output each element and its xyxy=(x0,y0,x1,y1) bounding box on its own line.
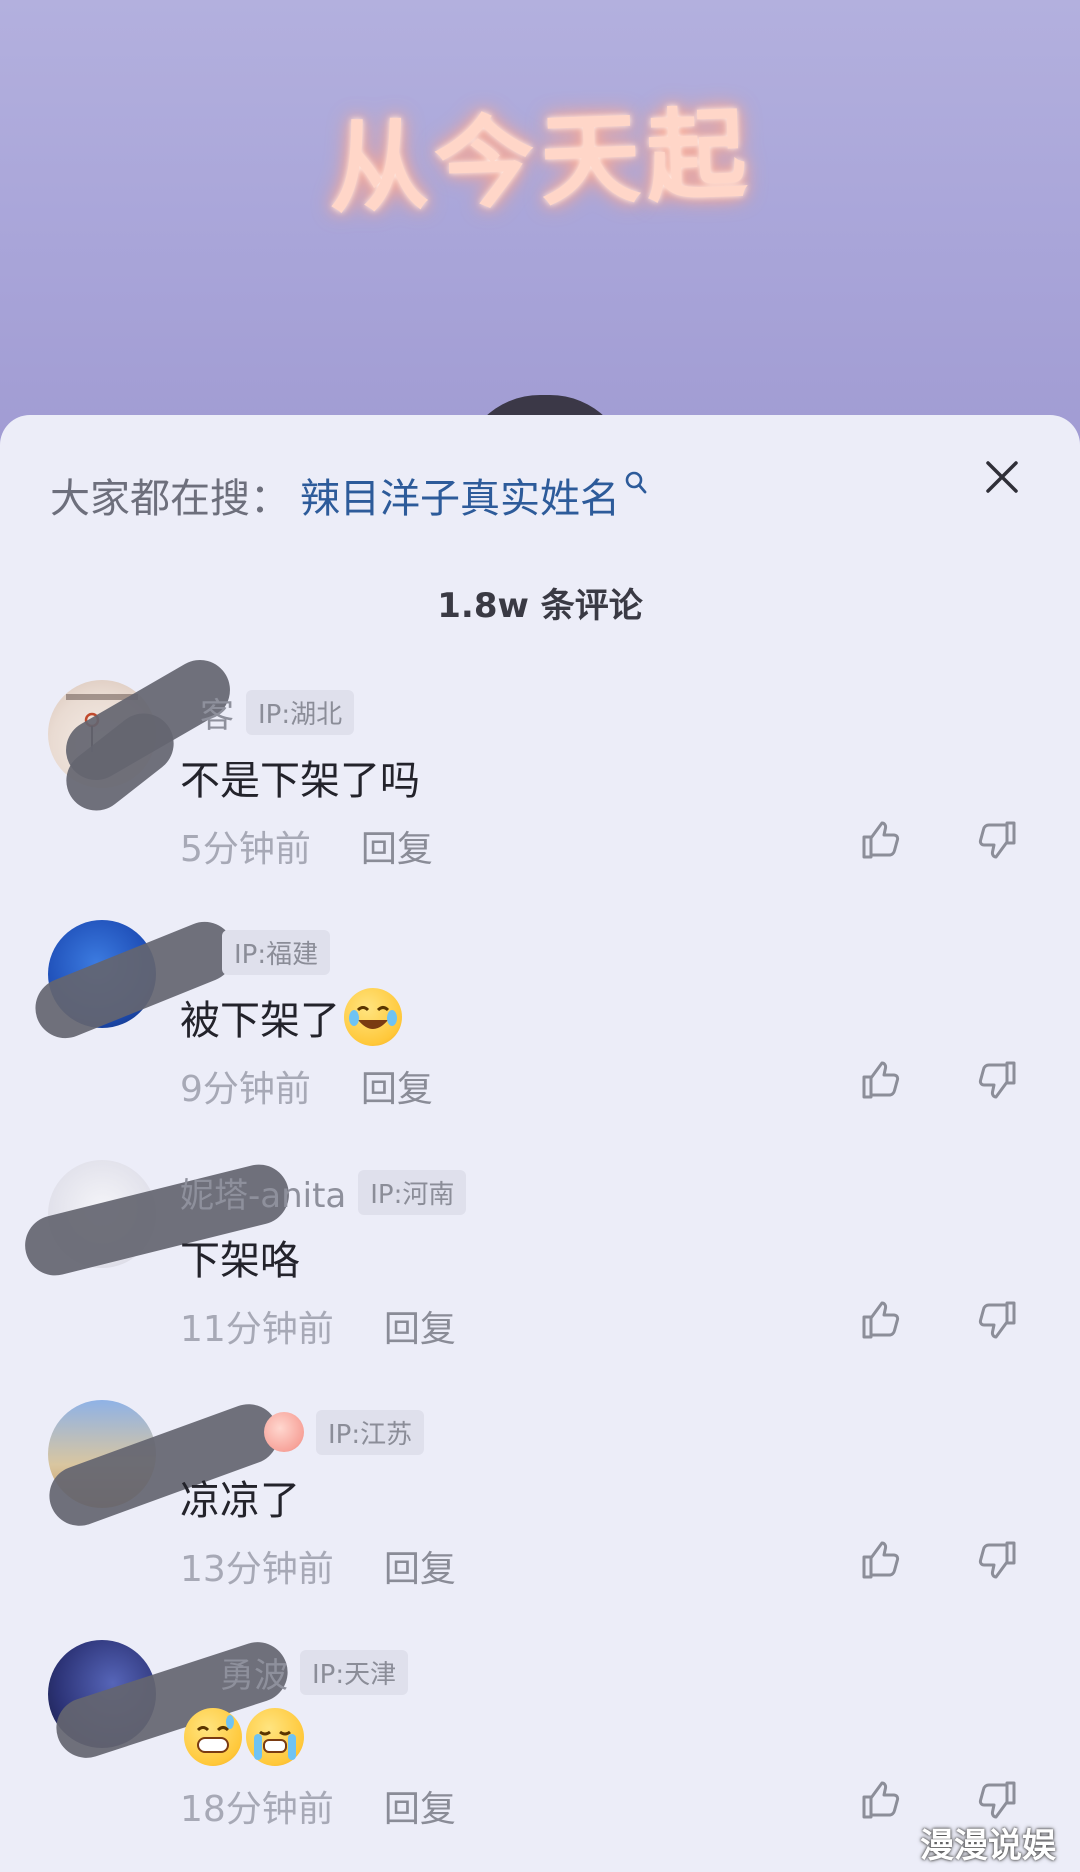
thumbs-up-icon[interactable] xyxy=(858,1298,902,1342)
search-icon[interactable] xyxy=(624,470,648,520)
comment-item: 客 IP:湖北 不是下架了吗 5分钟前 回复 xyxy=(0,649,1080,920)
comment-time: 13分钟前 xyxy=(180,1549,334,1590)
author-name: 客 xyxy=(200,695,234,736)
comment-count: 1.8w 条评论 xyxy=(437,586,643,626)
comment-meta: 5分钟前 回复 xyxy=(180,820,433,872)
comment-text: 下架咯 xyxy=(180,1238,300,1284)
thumbs-down-icon[interactable] xyxy=(976,1778,1020,1822)
grinning-sweat-emoji-icon xyxy=(184,1708,242,1766)
thumbs-up-icon[interactable] xyxy=(858,1058,902,1102)
comment-author[interactable]: 勇波 IP:天津 xyxy=(220,1649,409,1696)
video-background: 从今天起 xyxy=(0,0,1080,440)
comment-item: 勇波 IP:天津 18分钟前 回复 xyxy=(0,1634,1080,1872)
thumbs-down-icon[interactable] xyxy=(976,1058,1020,1102)
search-suggestion[interactable]: 大家都在搜： 辣目洋子真实姓名 xyxy=(50,465,648,525)
comment-item: 妮塔-anita IP:河南 下架咯 11分钟前 回复 xyxy=(0,1158,1080,1400)
comment-meta: 18分钟前 回复 xyxy=(180,1780,456,1832)
reply-button[interactable]: 回复 xyxy=(361,820,433,872)
comment-author[interactable]: IP:福建 xyxy=(210,929,331,975)
thumbs-up-icon[interactable] xyxy=(858,818,902,862)
comment-author[interactable]: 客 IP:湖北 xyxy=(200,689,355,736)
comment-text xyxy=(180,1708,304,1766)
comment-author[interactable]: 妮塔-anita IP:河南 xyxy=(180,1169,467,1216)
video-title: 从今天起 xyxy=(326,95,755,228)
comment-time: 11分钟前 xyxy=(180,1309,334,1350)
ip-badge: IP:江苏 xyxy=(316,1409,425,1455)
author-name: 勇波 xyxy=(220,1655,288,1696)
comment-text: 被下架了 xyxy=(180,988,402,1046)
comment-text-label: 被下架了 xyxy=(180,998,340,1044)
comment-text: 不是下架了吗 xyxy=(180,758,420,804)
author-name: 妮塔-anita xyxy=(180,1175,347,1216)
laughing-crying-emoji-icon xyxy=(344,988,402,1046)
comment-meta: 9分钟前 回复 xyxy=(180,1060,433,1112)
comment-time: 18分钟前 xyxy=(180,1789,334,1830)
ip-badge: IP:河南 xyxy=(358,1169,467,1215)
thumbs-down-icon[interactable] xyxy=(976,1298,1020,1342)
thumbs-down-icon[interactable] xyxy=(976,1538,1020,1582)
reply-button[interactable]: 回复 xyxy=(361,1060,433,1112)
ip-badge: IP:福建 xyxy=(222,929,331,975)
comment-item: IP:江苏 凉凉了 13分钟前 回复 xyxy=(0,1395,1080,1640)
comment-author[interactable]: IP:江苏 xyxy=(260,1409,425,1455)
watermark: 漫漫说娱 xyxy=(920,1826,1056,1866)
comment-time: 9分钟前 xyxy=(180,1069,311,1110)
thumbs-down-icon[interactable] xyxy=(976,818,1020,862)
reply-button[interactable]: 回复 xyxy=(384,1780,456,1832)
peach-icon xyxy=(264,1412,304,1452)
search-suggestion-label: 大家都在搜： xyxy=(50,476,290,522)
comment-text: 凉凉了 xyxy=(180,1478,300,1524)
reply-button[interactable]: 回复 xyxy=(384,1540,456,1592)
comment-sheet: 大家都在搜： 辣目洋子真实姓名 1.8w 条评论 客 IP:湖北 不是下架了吗 … xyxy=(0,415,1080,1872)
comment-meta: 13分钟前 回复 xyxy=(180,1540,456,1592)
thumbs-up-icon[interactable] xyxy=(858,1778,902,1822)
crying-face-emoji-icon xyxy=(246,1708,304,1766)
search-suggestion-term[interactable]: 辣目洋子真实姓名 xyxy=(300,466,620,524)
ip-badge: IP:天津 xyxy=(300,1649,409,1695)
thumbs-up-icon[interactable] xyxy=(858,1538,902,1582)
close-icon[interactable] xyxy=(980,455,1024,499)
ip-badge: IP:湖北 xyxy=(246,689,355,735)
comment-time: 5分钟前 xyxy=(180,829,311,870)
comment-meta: 11分钟前 回复 xyxy=(180,1300,456,1352)
comment-item: IP:福建 被下架了 9分钟前 回复 xyxy=(0,912,1080,1160)
reply-button[interactable]: 回复 xyxy=(384,1300,456,1352)
